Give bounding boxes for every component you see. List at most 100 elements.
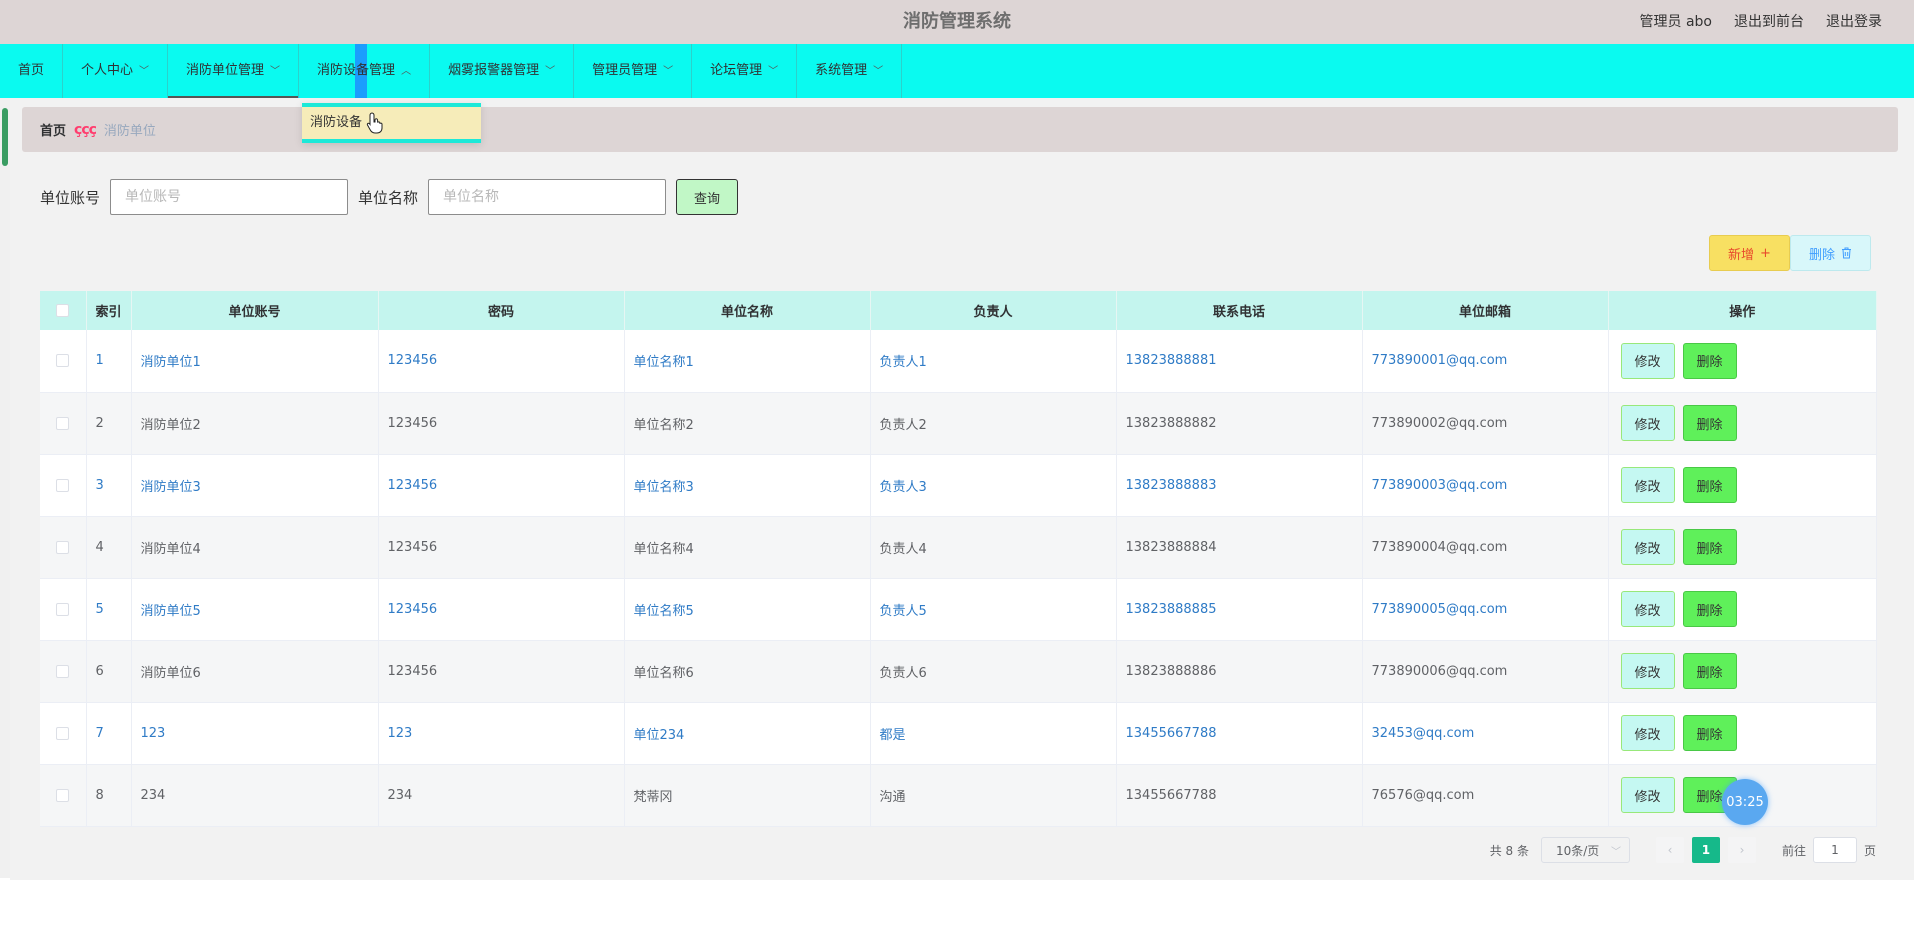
account-search-input[interactable] <box>110 179 349 215</box>
breadcrumb-home[interactable]: 首页 <box>40 120 66 139</box>
total-count: 共 8 条 <box>1489 843 1529 858</box>
row-phone: 13455667788 <box>1116 702 1363 764</box>
row-unit-name: 单位名称3 <box>624 454 871 516</box>
row-operations: 修改 删除 <box>1608 702 1877 764</box>
select-all-checkbox[interactable] <box>40 291 87 330</box>
nav-admin-management[interactable]: 管理员管理 ﹀ <box>574 44 693 98</box>
top-header: 消防管理系统 管理员 abo 退出到前台 退出登录 <box>0 0 1914 44</box>
delete-button[interactable]: 删除 <box>1682 467 1737 503</box>
add-button[interactable]: 新增 + <box>1709 235 1790 271</box>
row-account: 消防单位3 <box>131 454 379 516</box>
row-phone: 13823888884 <box>1116 516 1363 578</box>
page-number-button[interactable]: 1 <box>1691 837 1720 863</box>
prev-page-button[interactable]: ‹ <box>1655 837 1684 863</box>
edit-button[interactable]: 修改 <box>1620 715 1675 751</box>
delete-button[interactable]: 删除 <box>1682 715 1737 751</box>
equipment-dropdown-menu: 消防设备 <box>302 103 481 143</box>
edit-button[interactable]: 修改 <box>1620 529 1675 565</box>
edit-button[interactable]: 修改 <box>1620 777 1675 813</box>
col-account: 单位账号 <box>131 291 379 330</box>
nav-personal-center[interactable]: 个人中心 ﹀ <box>63 44 169 98</box>
table-row[interactable]: 3 消防单位3 123456 单位名称3 负责人3 13823888883 77389000… <box>40 454 1877 516</box>
row-manager: 负责人3 <box>870 454 1117 516</box>
row-checkbox[interactable] <box>40 640 87 702</box>
row-manager: 负责人1 <box>870 330 1117 392</box>
table-row[interactable]: 1 消防单位1 123456 单位名称1 负责人1 13823888881 77389000… <box>40 330 1877 392</box>
back-to-front-link[interactable]: 退出到前台 <box>1734 0 1804 44</box>
trash-icon <box>1842 247 1851 259</box>
chevron-down-icon: ﹀ <box>139 66 150 77</box>
nav-home[interactable]: 首页 <box>0 44 64 98</box>
table-header-row: 索引 单位账号 密码 单位名称 负责人 联系电话 单位邮箱 操作 <box>40 291 1877 330</box>
row-account: 消防单位4 <box>131 516 379 578</box>
delete-button[interactable]: 删除 <box>1682 405 1737 441</box>
delete-button[interactable]: 删除 <box>1682 653 1737 689</box>
table-row[interactable]: 2 消防单位2 123456 单位名称2 负责人2 13823888882 77389000… <box>40 392 1877 454</box>
edit-button[interactable]: 修改 <box>1620 653 1675 689</box>
unit-table: 索引 单位账号 密码 单位名称 负责人 联系电话 单位邮箱 操作 1 消防单位1 1… <box>40 291 1877 827</box>
nav-forum-management[interactable]: 论坛管理 ﹀ <box>692 44 798 98</box>
row-email: 773890003@qq.com <box>1362 454 1609 516</box>
edit-button[interactable]: 修改 <box>1620 467 1675 503</box>
row-phone: 13823888882 <box>1116 392 1363 454</box>
row-manager: 都是 <box>870 702 1117 764</box>
row-unit-name: 单位名称5 <box>624 578 871 640</box>
row-unit-name: 单位名称4 <box>624 516 871 578</box>
row-operations: 修改 删除 <box>1608 578 1877 640</box>
table-row[interactable]: 8 234 234 梵蒂冈 沟通 13455667788 76576@qq.com 修改 删除 <box>40 764 1877 826</box>
edit-button[interactable]: 修改 <box>1620 342 1675 379</box>
row-email: 773890005@qq.com <box>1362 578 1609 640</box>
name-search-input[interactable] <box>428 179 667 215</box>
chevron-right-icon: › <box>1739 843 1745 857</box>
table-row[interactable]: 6 消防单位6 123456 单位名称6 负责人6 13823888886 77389000… <box>40 640 1877 702</box>
row-checkbox[interactable] <box>40 702 87 764</box>
dropdown-item-equipment[interactable]: 消防设备 <box>310 115 362 130</box>
nav-system-management[interactable]: 系统管理 ﹀ <box>797 44 903 98</box>
account-label: 单位账号 <box>40 188 101 207</box>
delete-button[interactable]: 删除 <box>1682 342 1737 379</box>
edit-button[interactable]: 修改 <box>1620 405 1675 441</box>
row-checkbox[interactable] <box>40 392 87 454</box>
row-index: 6 <box>86 640 132 702</box>
row-checkbox[interactable] <box>40 764 87 826</box>
page-size-select[interactable]: 10条/页 ﹀ <box>1540 837 1630 863</box>
breadcrumb-current: 消防单位 <box>103 124 156 139</box>
nav-equipment-management[interactable]: 消防设备管理 ︿ <box>299 44 431 98</box>
page-size-value: 10条/页 <box>1555 843 1600 858</box>
app-title: 消防管理系统 <box>903 11 1011 32</box>
row-index: 1 <box>86 330 132 392</box>
chevron-up-icon: ︿ <box>401 66 412 77</box>
goto-page-input[interactable] <box>1812 837 1857 863</box>
delete-button[interactable]: 删除 <box>1682 529 1737 565</box>
row-phone: 13823888881 <box>1116 330 1363 392</box>
edit-button[interactable]: 修改 <box>1620 591 1675 627</box>
row-email: 773890004@qq.com <box>1362 516 1609 578</box>
toolbar-actions: 新增 + 删除 <box>1709 235 1871 271</box>
row-checkbox[interactable] <box>40 330 87 392</box>
delete-button[interactable]: 删除 <box>1682 591 1737 627</box>
logout-link[interactable]: 退出登录 <box>1826 0 1882 44</box>
hand-cursor-icon <box>366 112 383 134</box>
nav-smoke-alarm-management[interactable]: 烟雾报警器管理 ﹀ <box>430 44 575 98</box>
query-button[interactable]: 查询 <box>676 179 739 215</box>
next-page-button[interactable]: › <box>1727 837 1756 863</box>
add-button-label: 新增 <box>1728 247 1755 263</box>
row-checkbox[interactable] <box>40 516 87 578</box>
row-manager: 负责人5 <box>870 578 1117 640</box>
plus-icon: + <box>1760 245 1771 261</box>
row-account: 消防单位6 <box>131 640 379 702</box>
row-manager: 沟通 <box>870 764 1117 826</box>
nav-unit-management[interactable]: 消防单位管理 ﹀ <box>168 44 300 98</box>
row-account: 消防单位1 <box>131 330 379 392</box>
row-checkbox[interactable] <box>40 578 87 640</box>
row-account: 234 <box>131 764 379 826</box>
row-checkbox[interactable] <box>40 454 87 516</box>
table-row[interactable]: 7 123 123 单位234 都是 13455667788 32453@qq.com 修改删… <box>40 702 1877 764</box>
batch-delete-button[interactable]: 删除 <box>1790 235 1871 271</box>
table-row[interactable]: 4 消防单位4 123456 单位名称4 负责人4 13823888884 77389000… <box>40 516 1877 578</box>
timer-badge[interactable]: 03:25 <box>1722 779 1768 825</box>
row-manager: 负责人4 <box>870 516 1117 578</box>
table-row[interactable]: 5 消防单位5 123456 单位名称5 负责人5 13823888885 77389000… <box>40 578 1877 640</box>
row-email: 32453@qq.com <box>1362 702 1609 764</box>
left-scroll-indicator[interactable] <box>2 108 8 166</box>
